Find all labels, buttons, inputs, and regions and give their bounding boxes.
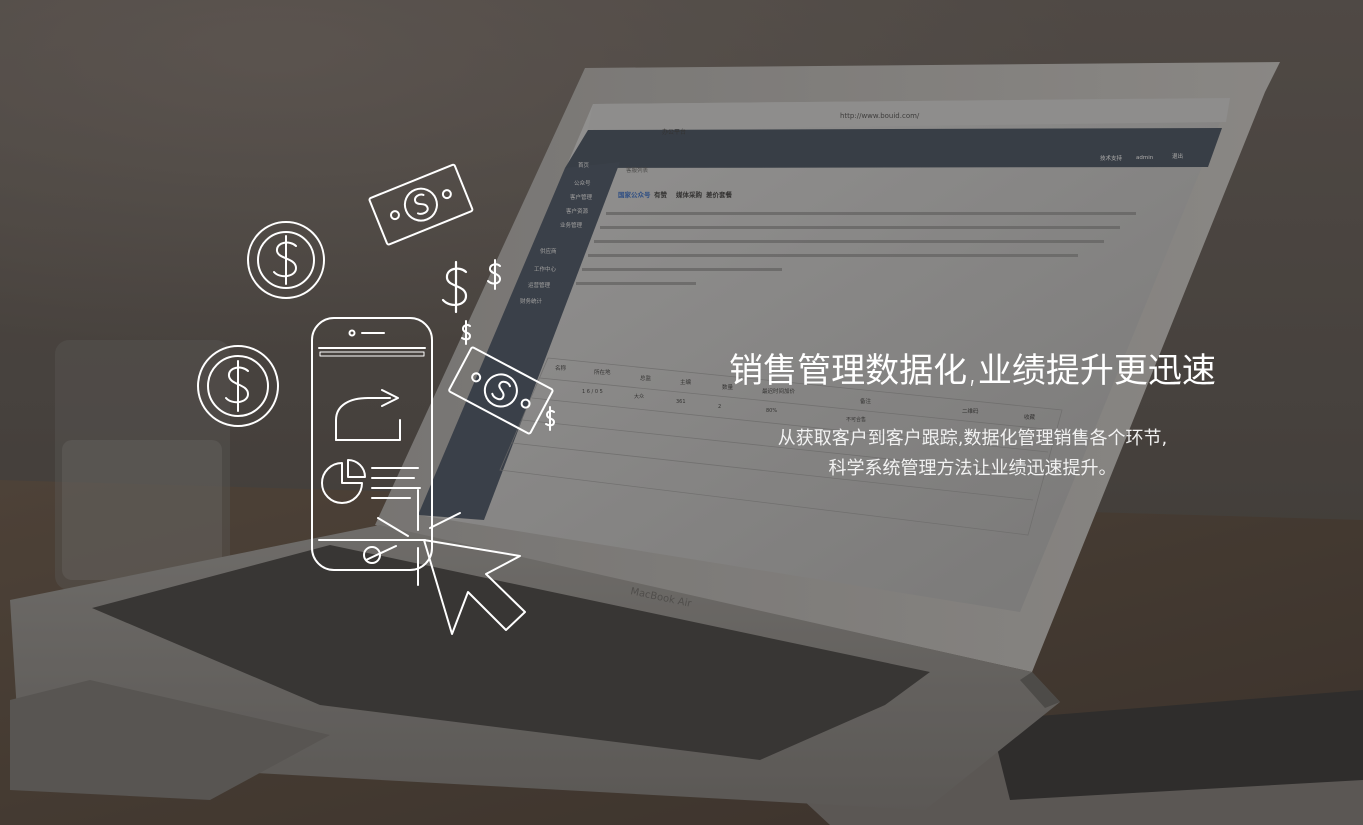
hero-text: 销售管理数据化,业绩提升更迅速 从获取客户到客户跟踪,数据化管理销售各个环节, … [700, 345, 1245, 484]
dollar-sign-icon [441, 260, 468, 314]
share-arrow-icon [335, 389, 401, 441]
coin-dollar-icon [247, 221, 325, 299]
banknote-icon [448, 346, 554, 435]
hero-subtitle-line-1: 从获取客户到客户跟踪,数据化管理销售各个环节, [777, 428, 1168, 449]
pie-chart-icon [321, 459, 421, 504]
hero-subtitle: 从获取客户到客户跟踪,数据化管理销售各个环节, 科学系统管理方法让业绩迅速提升。 [700, 424, 1245, 484]
hero-subtitle-line-2: 科学系统管理方法让业绩迅速提升。 [828, 458, 1117, 479]
coin-dollar-icon [197, 345, 279, 427]
dollar-sign-icon [461, 320, 471, 345]
dollar-sign-icon [545, 406, 555, 431]
smartphone-icon [311, 317, 433, 571]
banknote-icon [368, 163, 474, 246]
dollar-sign-icon [487, 259, 501, 290]
hero-headline: 销售管理数据化,业绩提升更迅速 [729, 351, 1216, 391]
cursor-arrow-icon [423, 539, 526, 635]
